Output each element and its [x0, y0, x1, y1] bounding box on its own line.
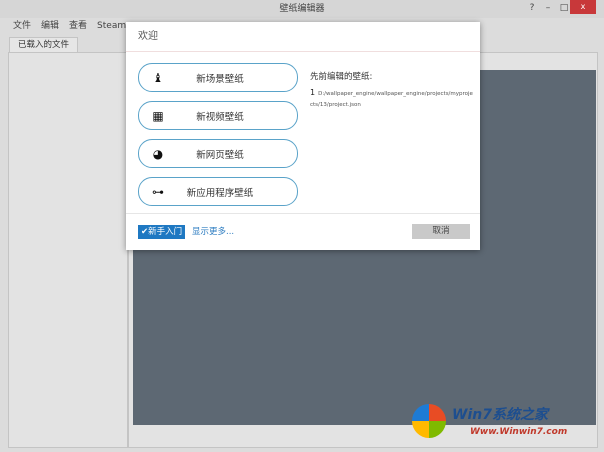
dialog-title: 欢迎 — [126, 22, 480, 52]
new-web-wallpaper-button[interactable]: ◕ 新网页壁纸 — [138, 139, 298, 168]
menu-file[interactable]: 文件 — [13, 19, 31, 33]
new-video-wallpaper-button[interactable]: ▦ 新视频壁纸 — [138, 101, 298, 130]
button-label: 新场景壁纸 — [196, 73, 244, 85]
window-title: 壁纸编辑器 — [279, 4, 325, 14]
minimize-button[interactable]: – — [542, 0, 554, 16]
recent-item-path[interactable]: D:/wallpaper_engine/wallpaper_engine/pro… — [310, 91, 473, 108]
recent-item[interactable]: 1 D:/wallpaper_engine/wallpaper_engine/pr… — [310, 87, 475, 111]
welcome-dialog: 欢迎 ♝ 新场景壁纸 ▦ 新视频壁纸 ◕ 新网页壁纸 ⊶ 新应用程序壁纸 先前编辑的壁纸… — [126, 22, 480, 250]
maximize-button[interactable]: □ — [558, 0, 570, 16]
divider — [126, 213, 480, 214]
button-label: 新应用程序壁纸 — [186, 187, 254, 199]
close-button[interactable]: x — [570, 0, 596, 14]
button-label: 新视频壁纸 — [196, 111, 244, 123]
scene-icon: ♝ — [152, 70, 164, 85]
film-icon: ▦ — [152, 108, 164, 123]
menu-bar: 文件 编辑 查看 Steam — [0, 19, 126, 33]
recent-item-number: 1 — [310, 88, 316, 97]
show-more-link[interactable]: 显示更多... — [192, 225, 234, 239]
help-button[interactable]: ? — [526, 0, 538, 16]
getting-started-button[interactable]: ✔新手入门 — [138, 225, 186, 239]
windows-logo — [412, 404, 446, 438]
menu-edit[interactable]: 编辑 — [41, 19, 59, 33]
watermark: Win7系统之家 Www.Winwin7.com — [412, 400, 602, 450]
loaded-files-panel — [8, 52, 128, 448]
watermark-url: Www.Winwin7.com — [470, 427, 568, 437]
globe-icon: ◕ — [152, 146, 164, 161]
gamepad-icon: ⊶ — [152, 184, 164, 199]
cancel-button[interactable]: 取消 — [412, 224, 470, 239]
recent-title: 先前编辑的壁纸: — [310, 72, 373, 82]
button-label: 新网页壁纸 — [196, 149, 244, 161]
tab-loaded-files[interactable]: 已载入的文件 — [9, 37, 79, 53]
new-app-wallpaper-button[interactable]: ⊶ 新应用程序壁纸 — [138, 177, 298, 206]
watermark-text: Win7系统之家 — [452, 407, 548, 423]
recent-projects: 先前编辑的壁纸: 1 D:/wallpaper_engine/wallpaper_… — [310, 70, 475, 111]
new-scene-wallpaper-button[interactable]: ♝ 新场景壁纸 — [138, 63, 298, 92]
menu-view[interactable]: 查看 — [69, 19, 87, 33]
menu-steam[interactable]: Steam — [97, 19, 126, 33]
title-bar: 壁纸编辑器 — [0, 0, 604, 18]
